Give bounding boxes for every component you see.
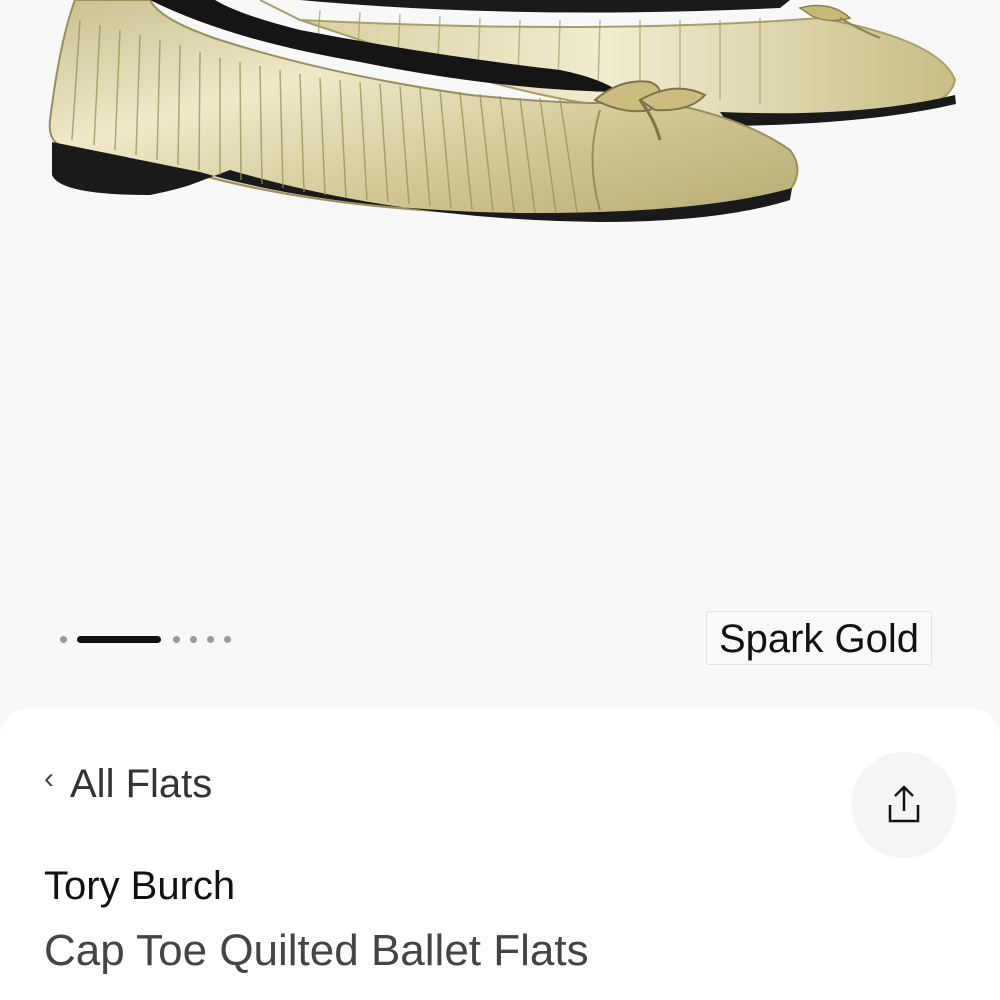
image-pager[interactable] bbox=[60, 630, 231, 648]
product-detail-page: Spark Gold ‹ All Flats Tory Burch Cap To… bbox=[0, 0, 1000, 1000]
pager-dot[interactable] bbox=[60, 635, 67, 643]
product-info-sheet: ‹ All Flats Tory Burch Cap Toe Quilted B… bbox=[0, 708, 1000, 1000]
color-name-badge: Spark Gold bbox=[706, 611, 932, 665]
product-image bbox=[48, 0, 957, 222]
pager-dot[interactable] bbox=[173, 635, 180, 643]
back-link-label: All Flats bbox=[70, 762, 213, 806]
chevron-left-icon: ‹ bbox=[44, 761, 54, 795]
pager-dot[interactable] bbox=[190, 635, 197, 643]
pager-dot-active[interactable] bbox=[77, 635, 161, 643]
product-title: Cap Toe Quilted Ballet Flats bbox=[44, 926, 589, 975]
product-image-gallery[interactable]: Spark Gold bbox=[0, 0, 1000, 720]
share-button[interactable] bbox=[851, 752, 957, 858]
share-icon bbox=[888, 785, 920, 823]
pager-dot[interactable] bbox=[207, 635, 214, 643]
back-to-category-link[interactable]: ‹ All Flats bbox=[44, 762, 212, 807]
pager-dot[interactable] bbox=[224, 635, 231, 643]
brand-name: Tory Burch bbox=[44, 864, 236, 908]
